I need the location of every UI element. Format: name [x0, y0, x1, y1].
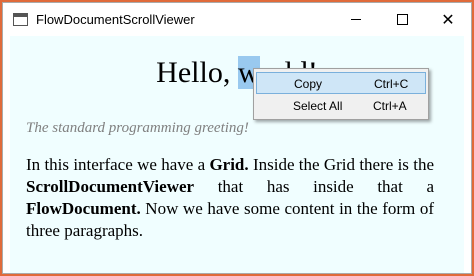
paragraph-text: Inside the Grid there is the — [248, 155, 434, 174]
paragraph-bold-grid: Grid. — [209, 155, 249, 174]
menu-item-shortcut: Ctrl+C — [374, 77, 409, 91]
maximize-button[interactable] — [379, 3, 425, 36]
app-window-icon — [13, 13, 28, 26]
title-bar[interactable]: FlowDocumentScrollViewer ✕ — [3, 3, 471, 36]
maximize-icon — [396, 14, 408, 25]
close-button[interactable]: ✕ — [425, 3, 471, 36]
paragraph-text: In this interface we have a — [26, 155, 210, 174]
window-title: FlowDocumentScrollViewer — [36, 12, 195, 27]
close-icon: ✕ — [441, 9, 455, 29]
minimize-icon — [351, 19, 361, 20]
menu-item-label: Copy — [294, 77, 323, 91]
minimize-button[interactable] — [333, 3, 379, 36]
menu-item-copy[interactable]: Copy Ctrl+C — [256, 72, 426, 94]
paragraph-text: that has inside that a — [194, 177, 434, 196]
paragraph-bold-flowdocument: FlowDocument. — [26, 199, 141, 218]
app-window: FlowDocumentScrollViewer ✕ Hello, world!… — [2, 2, 472, 274]
menu-item-select-all[interactable]: Select All Ctrl+A — [256, 95, 426, 117]
menu-item-shortcut: Ctrl+A — [373, 99, 407, 113]
menu-item-label: Select All — [293, 99, 343, 113]
document-paragraph: In this interface we have a Grid. Inside… — [26, 154, 434, 242]
document-subtitle: The standard programming greeting! — [26, 120, 249, 136]
paragraph-bold-viewer: ScrollDocumentViewer — [26, 177, 195, 196]
heading-text-before: Hello, — [156, 56, 238, 89]
context-menu: Copy Ctrl+C Select All Ctrl+A — [253, 68, 429, 120]
